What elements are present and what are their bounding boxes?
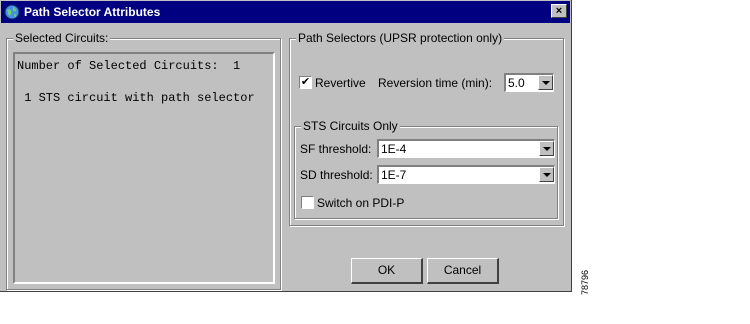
list-item: Number of Selected Circuits: 1 [17,59,241,73]
sd-threshold-label: SD threshold: [300,168,373,182]
globe-icon [4,4,20,20]
chevron-down-icon[interactable] [538,75,553,90]
title-bar: Path Selector Attributes × [1,1,570,23]
path-selectors-group: Path Selectors (UPSR protection only) ✔ … [289,31,564,226]
revertive-checkbox[interactable]: ✔ [299,76,312,89]
path-selectors-label: Path Selectors (UPSR protection only) [296,31,505,45]
sf-threshold-label: SF threshold: [300,142,372,156]
list-item [17,74,271,90]
close-icon[interactable]: × [551,4,567,18]
chevron-down-icon[interactable] [539,167,554,182]
sf-threshold-select[interactable]: 1E-4 [377,139,555,158]
figure-number: 78796 [580,269,590,295]
list-item: 1 STS circuit with path selector [17,91,255,105]
path-selector-attributes-dialog: Path Selector Attributes × Selected Circ… [0,0,572,292]
chevron-down-icon[interactable] [539,141,554,156]
reversion-time-value: 5.0 [508,76,525,90]
window-title: Path Selector Attributes [24,5,161,19]
ok-button[interactable]: OK [351,258,423,284]
switch-on-pdi-p-label: Switch on PDI-P [317,196,405,210]
cancel-button[interactable]: Cancel [427,258,499,284]
reversion-time-label: Reversion time (min): [378,76,493,90]
selected-circuits-group: Selected Circuits: Number of Selected Ci… [6,31,281,290]
sd-threshold-value: 1E-7 [381,168,407,182]
sf-threshold-value: 1E-4 [381,142,407,156]
selected-circuits-label: Selected Circuits: [13,31,111,45]
sts-circuits-only-group: STS Circuits Only SF threshold: 1E-4 SD … [294,119,558,219]
switch-on-pdi-p-checkbox[interactable] [301,196,314,209]
selected-circuits-list[interactable]: Number of Selected Circuits: 1 1 STS cir… [13,52,275,284]
revertive-label: Revertive [315,76,366,90]
sd-threshold-select[interactable]: 1E-7 [377,165,555,184]
sts-circuits-only-label: STS Circuits Only [301,119,400,133]
reversion-time-select[interactable]: 5.0 [504,73,554,92]
